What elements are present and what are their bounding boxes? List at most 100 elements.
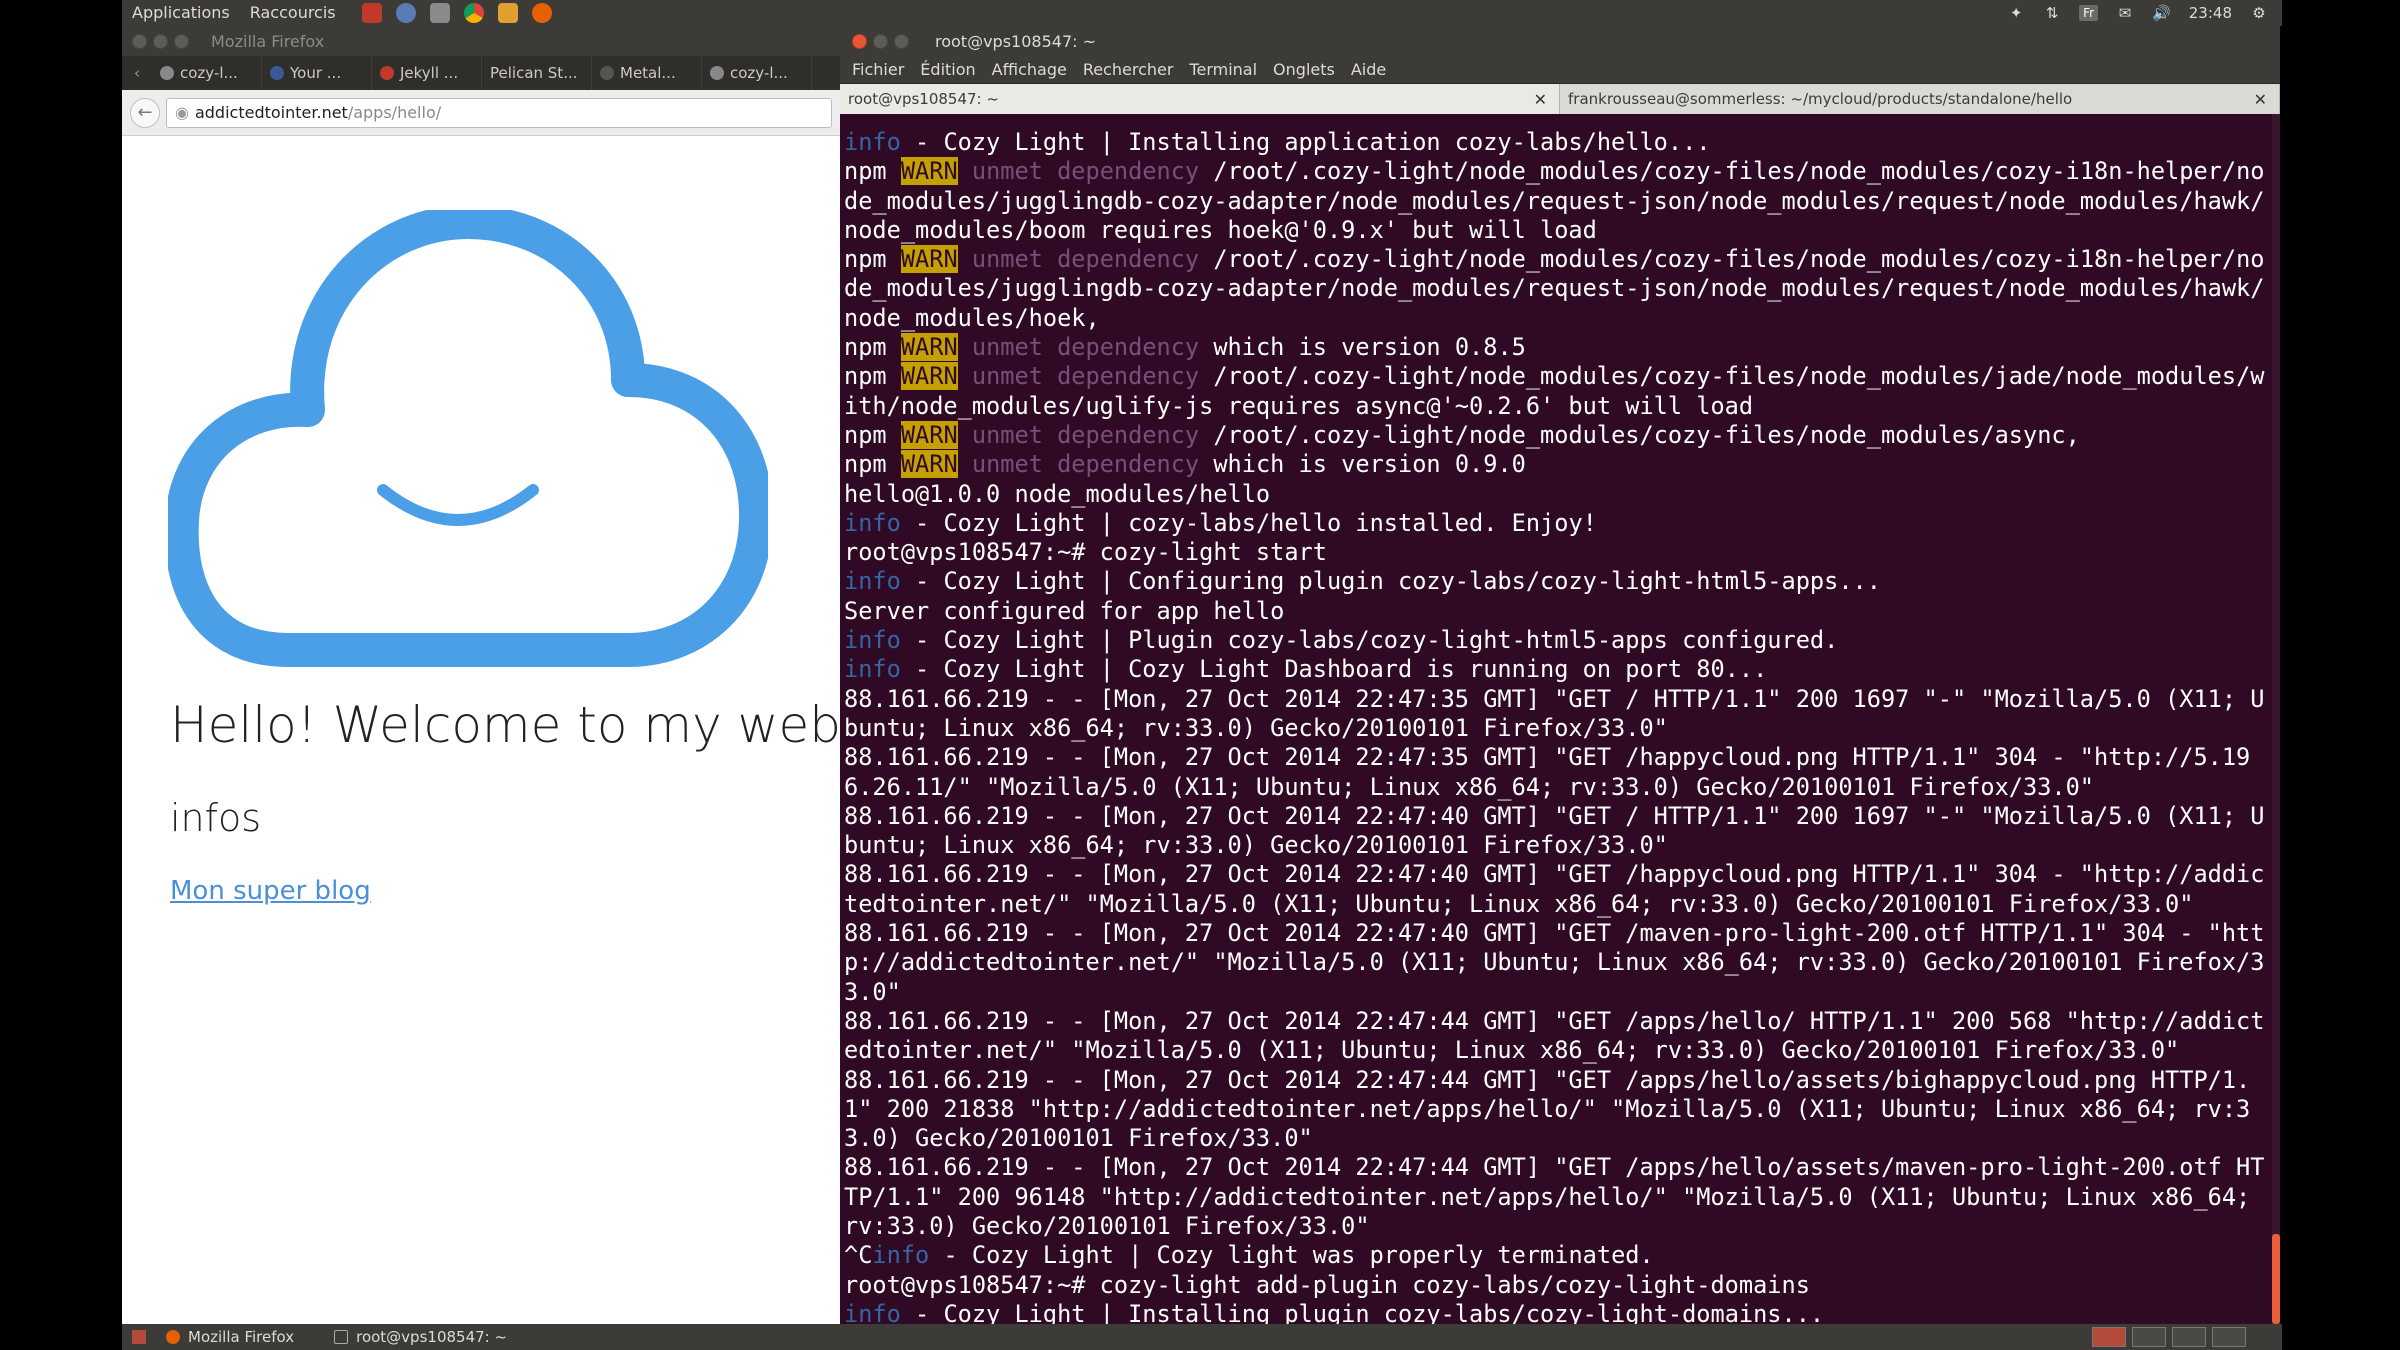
- terminal-tab-root[interactable]: root@vps108547: ~ ✕: [840, 84, 1560, 114]
- chrome-launcher-icon[interactable]: [463, 3, 484, 23]
- tab-cozy-2[interactable]: cozy-l...: [702, 56, 812, 90]
- close-tab-icon[interactable]: ✕: [2250, 90, 2271, 109]
- terminal-text-segment: /root/.cozy-light/node_modules/cozy-file…: [1199, 420, 2080, 449]
- tab-pelican[interactable]: Pelican St...: [482, 56, 592, 90]
- menu-onglets[interactable]: Onglets: [1265, 60, 1343, 79]
- task-terminal[interactable]: root@vps108547: ~: [314, 1328, 527, 1346]
- terminal-tab-strip: root@vps108547: ~ ✕ frankrousseau@sommer…: [840, 84, 2280, 114]
- workspace-1[interactable]: [2092, 1327, 2126, 1347]
- workspace-4[interactable]: [2212, 1327, 2246, 1347]
- terminal-icon: [334, 1330, 349, 1344]
- terminal-line: info - Cozy Light | Configuring plugin c…: [844, 567, 2268, 596]
- terminal-warn-segment: WARN: [900, 157, 958, 186]
- terminal-line: info - Cozy Light | Cozy Light Dashboard…: [844, 655, 2268, 684]
- scrollbar-thumb[interactable]: [2272, 1234, 2280, 1324]
- terminal-text-segment: 88.161.66.219 - - [Mon, 27 Oct 2014 22:4…: [844, 860, 2265, 918]
- terminal-text-segment: which is version 0.9.0: [1199, 450, 1526, 479]
- terminal-line: 88.161.66.219 - - [Mon, 27 Oct 2014 22:4…: [844, 685, 2268, 744]
- terminal-launcher-icon[interactable]: [429, 3, 450, 23]
- page-heading: Hello! Welcome to my web: [170, 696, 840, 754]
- network-icon[interactable]: ⇅: [2043, 4, 2061, 22]
- clock[interactable]: 23:48: [2189, 4, 2232, 22]
- task-firefox[interactable]: Mozilla Firefox: [146, 1328, 314, 1346]
- terminal-text-segment: which is version 0.8.5: [1199, 333, 1526, 362]
- terminal-info-segment: info: [872, 1241, 930, 1270]
- workspace-2[interactable]: [2132, 1327, 2166, 1347]
- terminal-text-segment: ^C: [844, 1241, 873, 1270]
- terminal-text-segment: - Cozy Light | Plugin cozy-labs/cozy-lig…: [900, 626, 1839, 655]
- globe-icon: ◉: [175, 103, 189, 122]
- terminal-line: Server configured for app hello: [844, 597, 2268, 626]
- maximize-icon[interactable]: [174, 33, 189, 49]
- shortcuts-menu[interactable]: Raccourcis: [240, 0, 346, 26]
- menu-affichage[interactable]: Affichage: [984, 60, 1075, 79]
- tab-label: frankrousseau@sommerless: ~/mycloud/prod…: [1568, 90, 2073, 108]
- thunderbird-launcher-icon[interactable]: [395, 3, 416, 23]
- task-label: root@vps108547: ~: [356, 1328, 508, 1346]
- tab-label: root@vps108547: ~: [848, 90, 999, 108]
- tab-your[interactable]: Your ...: [262, 56, 372, 90]
- editor-launcher-icon[interactable]: [497, 3, 518, 23]
- window-title: root@vps108547: ~: [935, 31, 1096, 51]
- terminal-dim-segment: unmet dependency: [957, 420, 1200, 449]
- terminal-info-segment: info: [844, 1299, 901, 1324]
- terminal-text-segment: npm: [844, 450, 901, 479]
- terminal-text-segment: 88.161.66.219 - - [Mon, 27 Oct 2014 22:4…: [844, 743, 2251, 801]
- terminal-text-segment: npm: [844, 157, 901, 186]
- terminal-scrollbar[interactable]: [2272, 114, 2280, 1324]
- close-icon[interactable]: [132, 33, 147, 49]
- mail-icon[interactable]: ✉: [2116, 4, 2134, 22]
- terminal-dim-segment: unmet dependency: [957, 157, 1200, 186]
- tab-scroll-left-icon[interactable]: ‹: [122, 56, 152, 90]
- terminal-window: root@vps108547: ~ Fichier Édition Affich…: [840, 26, 2280, 1324]
- dropbox-icon[interactable]: ✦: [2007, 4, 2025, 22]
- terminal-text-segment: 88.161.66.219 - - [Mon, 27 Oct 2014 22:4…: [844, 684, 2265, 742]
- terminal-warn-segment: WARN: [900, 420, 958, 449]
- menu-terminal[interactable]: Terminal: [1181, 60, 1265, 79]
- terminal-menubar: Fichier Édition Affichage Rechercher Ter…: [840, 56, 2280, 84]
- favicon-icon: [270, 66, 284, 80]
- menu-fichier[interactable]: Fichier: [844, 60, 912, 79]
- firefox-tab-strip: ‹ cozy-l... Your ... Jekyll ... Pelican …: [122, 56, 840, 90]
- terminal-text-segment: - Cozy Light | Installing plugin cozy-la…: [900, 1299, 1825, 1324]
- gear-icon[interactable]: ⚙: [2250, 4, 2268, 22]
- terminal-info-segment: info: [844, 626, 901, 655]
- minimize-icon[interactable]: [153, 33, 168, 49]
- terminal-line: npm WARN unmet dependency /root/.cozy-li…: [844, 245, 2268, 333]
- close-icon[interactable]: [852, 33, 867, 49]
- launcher-bar: [361, 3, 552, 23]
- workspace-3[interactable]: [2172, 1327, 2206, 1347]
- url-bar[interactable]: ◉ addictedtointer.net/apps/hello/: [166, 97, 832, 128]
- menu-rechercher[interactable]: Rechercher: [1075, 60, 1182, 79]
- applications-menu[interactable]: Applications: [122, 0, 240, 26]
- menu-edition[interactable]: Édition: [912, 60, 983, 79]
- terminal-line: ^Cinfo - Cozy Light | Cozy light was pro…: [844, 1241, 2268, 1270]
- terminal-text-segment: root@vps108547:~# cozy-light add-plugin …: [844, 1270, 1810, 1299]
- menu-aide[interactable]: Aide: [1343, 60, 1394, 79]
- tab-metal[interactable]: Metal...: [592, 56, 702, 90]
- terminal-dim-segment: unmet dependency: [957, 333, 1200, 362]
- back-button[interactable]: ←: [130, 97, 160, 128]
- workspace-switcher: [2092, 1327, 2282, 1347]
- minimize-icon[interactable]: [873, 33, 888, 49]
- close-tab-icon[interactable]: ✕: [1530, 90, 1551, 109]
- volume-icon[interactable]: 🔊: [2152, 4, 2171, 22]
- show-desktop-icon[interactable]: [132, 1330, 146, 1344]
- tab-cozy-1[interactable]: cozy-l...: [152, 56, 262, 90]
- url-path: /apps/hello/: [347, 103, 442, 122]
- keyboard-layout-indicator[interactable]: Fr: [2079, 5, 2099, 21]
- maximize-icon[interactable]: [894, 33, 909, 49]
- firefox-titlebar: Mozilla Firefox: [122, 26, 840, 56]
- terminal-text-segment: - Cozy Light | Configuring plugin cozy-l…: [900, 567, 1881, 596]
- calendar-launcher-icon[interactable]: [361, 3, 382, 23]
- bottom-panel: Mozilla Firefox root@vps108547: ~: [122, 1324, 2282, 1350]
- terminal-info-segment: info: [844, 655, 901, 684]
- tab-label: cozy-l...: [730, 64, 788, 82]
- terminal-tab-frankrousseau[interactable]: frankrousseau@sommerless: ~/mycloud/prod…: [1560, 84, 2280, 114]
- tab-jekyll[interactable]: Jekyll ...: [372, 56, 482, 90]
- terminal-output[interactable]: info - Cozy Light | Installing applicati…: [840, 114, 2272, 1324]
- terminal-line: 88.161.66.219 - - [Mon, 27 Oct 2014 22:4…: [844, 802, 2268, 861]
- firefox-window: Mozilla Firefox ‹ cozy-l... Your ... Jek…: [122, 26, 840, 1324]
- blog-link[interactable]: Mon super blog: [170, 876, 371, 906]
- firefox-launcher-icon[interactable]: [531, 3, 552, 23]
